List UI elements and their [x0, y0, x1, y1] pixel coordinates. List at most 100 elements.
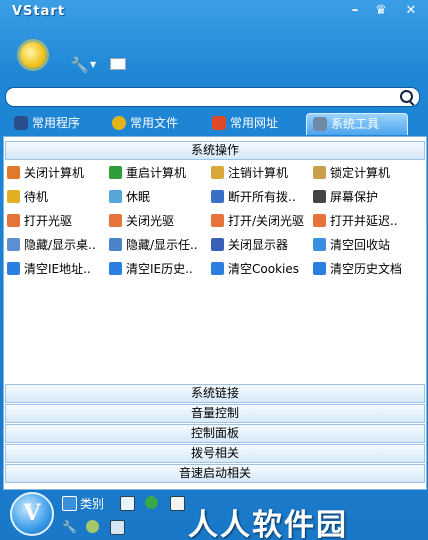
tool-item-label: 打开光驱 [24, 214, 73, 228]
search-input[interactable] [16, 89, 390, 107]
ie-address-icon [7, 262, 20, 275]
tool-item[interactable]: 清空IE地址.. [7, 259, 91, 279]
skin-button[interactable]: ♛ [370, 2, 392, 20]
tool-item-label: 清空Cookies [228, 262, 299, 276]
tool-item[interactable]: 隐藏/显示桌.. [7, 235, 96, 255]
vstart-logo-button[interactable]: V [10, 492, 54, 536]
tool-item-label: 清空IE历史.. [126, 262, 193, 276]
tool-item[interactable]: 清空IE历史.. [109, 259, 193, 279]
lock-icon [313, 166, 326, 179]
tool-item[interactable]: 清空回收站 [313, 235, 390, 255]
cookies-icon [211, 262, 224, 275]
tool-item-label: 断开所有拨.. [228, 190, 296, 204]
close-button[interactable]: ✕ [400, 2, 422, 20]
power-icon [7, 166, 20, 179]
tool-item-label: 清空IE地址.. [24, 262, 91, 276]
tool-item-label: 重启计算机 [126, 166, 187, 180]
tab-label: 常用文件 [130, 116, 179, 130]
vstart-window: VStart – ♛ ✕ 🔧 ▼ 常用程序 常用文件 常用网址 系统工具 系统操… [0, 0, 428, 540]
mail-icon[interactable] [110, 58, 126, 70]
tab-label: 系统工具 [331, 117, 380, 131]
section-header-system-links[interactable]: 系统链接 [5, 384, 425, 403]
window-icon[interactable] [110, 520, 125, 535]
tab-files[interactable]: 常用文件 [112, 113, 178, 134]
tool-item[interactable]: 清空Cookies [211, 259, 299, 279]
section-header-system-ops[interactable]: 系统操作 [5, 141, 425, 160]
tool-item[interactable]: 屏幕保护 [313, 187, 378, 207]
cd-toggle-icon [211, 214, 224, 227]
minimize-button[interactable]: – [344, 2, 366, 20]
category-button[interactable]: 类别 [80, 495, 104, 512]
weather-sun-icon[interactable] [20, 42, 46, 68]
section-header-volume[interactable]: 音量控制 [5, 404, 425, 423]
desktop-toggle-icon [7, 238, 20, 251]
restart-icon [109, 166, 122, 179]
screensaver-icon [313, 190, 326, 203]
tool-item-label: 待机 [24, 190, 49, 204]
tool-item-label: 休眠 [126, 190, 151, 204]
folder-icon [112, 116, 126, 130]
cd-open-icon [7, 214, 20, 227]
standby-icon [7, 190, 20, 203]
tool-item-label: 隐藏/显示桌.. [24, 238, 96, 252]
tool-item-label: 关闭显示器 [228, 238, 289, 252]
tool-item[interactable]: 断开所有拨.. [211, 187, 296, 207]
tool-item[interactable]: 打开并延迟.. [313, 211, 398, 231]
tool-item-label: 清空历史文档 [330, 262, 403, 276]
wrench-icon[interactable]: 🔧 [70, 56, 89, 74]
section-header-control-panel[interactable]: 控制面板 [5, 424, 425, 443]
tool-item[interactable]: 锁定计算机 [313, 163, 390, 183]
tab-system-tools[interactable]: 系统工具 [306, 113, 408, 135]
content-panel: 系统操作 关闭计算机 重启计算机 注销计算机 锁定计算机待机 休眠 断开所有拨.. 屏幕保护… [3, 136, 427, 490]
monitor-off-icon [211, 238, 224, 251]
program-icon [14, 116, 28, 130]
tool-item-label: 隐藏/显示任.. [126, 238, 198, 252]
tool-item[interactable]: 关闭显示器 [211, 235, 288, 255]
wrench-icon[interactable]: 🔧 [62, 520, 77, 534]
tool-item[interactable]: 关闭计算机 [7, 163, 84, 183]
hibernate-icon [109, 190, 122, 203]
search-icon[interactable] [400, 90, 413, 103]
tab-label: 常用程序 [32, 116, 81, 130]
search-box [5, 87, 420, 107]
new-document-icon[interactable] [170, 496, 185, 511]
tool-item-label: 锁定计算机 [330, 166, 391, 180]
tool-item[interactable]: 打开/关闭光驱 [211, 211, 304, 231]
tool-item-label: 关闭计算机 [24, 166, 85, 180]
chevron-down-icon[interactable]: ▼ [90, 60, 96, 69]
tool-item[interactable]: 休眠 [109, 187, 150, 207]
tool-item[interactable]: 清空历史文档 [313, 259, 402, 279]
refresh-icon[interactable] [145, 496, 158, 509]
section-header-vstart-related[interactable]: 音速启动相关 [5, 464, 425, 483]
tool-item[interactable]: 重启计算机 [109, 163, 186, 183]
tool-item[interactable]: 待机 [7, 187, 48, 207]
tool-item[interactable]: 注销计算机 [211, 163, 288, 183]
window-title: VStart [12, 4, 66, 19]
section-header-dialup[interactable]: 拨号相关 [5, 444, 425, 463]
tool-item[interactable]: 隐藏/显示任.. [109, 235, 198, 255]
tab-programs[interactable]: 常用程序 [14, 113, 80, 134]
tool-item-label: 打开/关闭光驱 [228, 214, 305, 228]
tool-item-label: 屏幕保护 [330, 190, 379, 204]
tool-item-label: 关闭光驱 [126, 214, 175, 228]
tool-item-label: 打开并延迟.. [330, 214, 398, 228]
taskbar-toggle-icon [109, 238, 122, 251]
tab-label: 常用网址 [230, 116, 279, 130]
cd-delay-icon [313, 214, 326, 227]
tool-item[interactable]: 关闭光驱 [109, 211, 174, 231]
home-icon [212, 116, 226, 130]
tool-item[interactable]: 打开光驱 [7, 211, 72, 231]
cd-close-icon [109, 214, 122, 227]
logoff-icon [211, 166, 224, 179]
category-icon[interactable] [62, 496, 77, 511]
tab-urls[interactable]: 常用网址 [212, 113, 278, 134]
tool-item-label: 清空回收站 [330, 238, 391, 252]
disconnect-icon [211, 190, 224, 203]
plugin-icon[interactable] [86, 520, 99, 533]
tab-bar: 常用程序 常用文件 常用网址 系统工具 [0, 111, 428, 135]
recycle-bin-icon [313, 238, 326, 251]
title-bar[interactable]: VStart – ♛ ✕ [0, 0, 428, 24]
add-item-icon[interactable] [120, 496, 135, 511]
system-tool-icon [313, 117, 327, 131]
history-doc-icon [313, 262, 326, 275]
